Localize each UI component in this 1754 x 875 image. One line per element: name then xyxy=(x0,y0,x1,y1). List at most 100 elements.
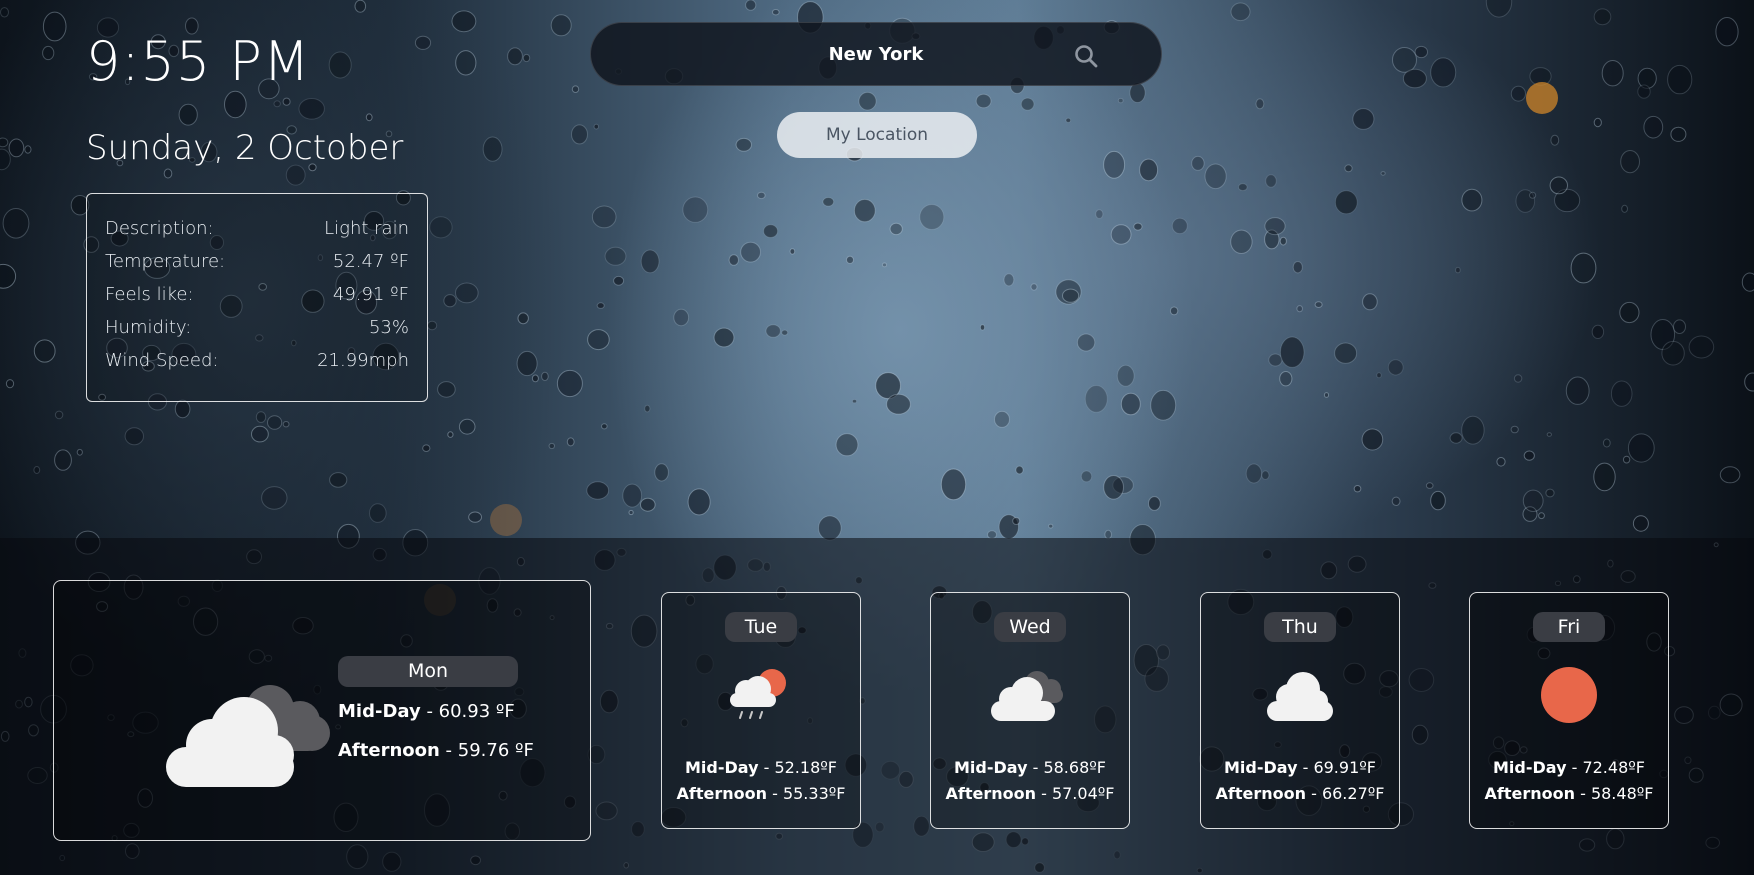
raindrop xyxy=(1667,64,1693,95)
raindrop xyxy=(0,263,17,289)
raindrop xyxy=(604,246,627,266)
raindrop xyxy=(329,472,348,488)
raindrop xyxy=(1012,517,1021,525)
raindrop xyxy=(591,205,617,229)
sun-icon xyxy=(1541,667,1597,723)
raindrop xyxy=(1744,372,1754,392)
detail-value: 53% xyxy=(368,317,409,338)
forecast-midday: Mid-Day - 52.18ºF xyxy=(684,758,837,777)
raindrop xyxy=(673,308,690,327)
raindrop xyxy=(1116,364,1135,387)
raindrop xyxy=(33,466,41,474)
raindrop xyxy=(1020,97,1035,111)
raindrop xyxy=(713,327,735,348)
raindrop xyxy=(1279,236,1287,246)
forecast-card-wed: Wed Mid-Day - 58.68ºF Afternoon - 57.04º… xyxy=(930,592,1130,829)
forecast-afternoon: Afternoon - 55.33ºF xyxy=(676,784,846,803)
raindrop xyxy=(1622,455,1631,464)
raindrop xyxy=(1323,392,1330,398)
raindrop xyxy=(1296,305,1303,313)
raindrop xyxy=(1538,512,1545,520)
raindrop xyxy=(1414,45,1429,59)
raindrop xyxy=(447,431,454,438)
forecast-day-label: Thu xyxy=(1264,612,1336,642)
raindrop xyxy=(1169,306,1179,316)
raindrop xyxy=(1455,266,1461,274)
forecast-midday: Mid-Day - 69.91ºF xyxy=(1223,758,1376,777)
forecast-card-fri: Fri Mid-Day - 72.48ºF Afternoon - 58.48º… xyxy=(1469,592,1669,829)
raindrop xyxy=(1171,217,1188,235)
raindrop xyxy=(1620,150,1640,174)
raindrop xyxy=(881,262,888,268)
raindrop xyxy=(1402,68,1427,89)
raindrop xyxy=(24,145,32,154)
raindrop xyxy=(1065,117,1072,123)
raindrop xyxy=(781,329,789,336)
raindrop xyxy=(124,427,145,446)
raindrop xyxy=(728,254,739,266)
raindrop xyxy=(1279,336,1305,368)
raindrop xyxy=(772,9,780,16)
raindrop xyxy=(522,53,531,63)
raindrop xyxy=(789,248,796,255)
detail-value: 49.91 ºF xyxy=(332,284,409,305)
raindrop xyxy=(1550,134,1560,146)
raindrop xyxy=(261,486,288,510)
raindrop xyxy=(622,483,643,508)
search-icon[interactable] xyxy=(1073,43,1099,69)
raindrop xyxy=(282,421,290,428)
raindrop xyxy=(516,350,538,377)
raindrop xyxy=(1110,224,1132,245)
raindrop xyxy=(765,324,781,338)
search-input[interactable] xyxy=(674,42,1078,66)
raindrop xyxy=(541,371,549,382)
raindrop xyxy=(1545,488,1555,498)
detail-row-feels-like: Feels like: 49.91 ºF xyxy=(105,284,409,317)
raindrop xyxy=(1741,272,1754,292)
raindrop xyxy=(1112,476,1134,495)
raindrop xyxy=(427,320,438,331)
raindrop xyxy=(846,255,854,264)
raindrop xyxy=(858,91,877,111)
raindrop xyxy=(178,103,198,126)
raindrop xyxy=(745,0,757,11)
raindrop xyxy=(437,381,456,398)
raindrop xyxy=(1380,171,1386,176)
raindrop xyxy=(835,433,859,457)
raindrop xyxy=(1430,490,1446,511)
raindrop xyxy=(1353,485,1362,493)
raindrop xyxy=(455,50,477,76)
raindrop xyxy=(285,164,306,186)
raindrop xyxy=(556,369,583,398)
raindrop xyxy=(1133,222,1143,231)
raindrop xyxy=(365,113,373,122)
raindrop xyxy=(517,312,529,325)
raindrop xyxy=(1055,279,1082,305)
raindrop xyxy=(1461,415,1485,445)
raindrop xyxy=(1314,301,1323,309)
raindrop xyxy=(1430,57,1457,88)
forecast-day-label: Fri xyxy=(1533,612,1605,642)
current-time: 9:55 PM xyxy=(86,30,311,93)
raindrop xyxy=(273,100,281,108)
raindrop xyxy=(1522,489,1544,512)
raindrop xyxy=(42,45,55,61)
raindrop xyxy=(0,148,11,171)
forecast-midday: Mid-Day - 72.48ºF xyxy=(1492,758,1645,777)
raindrop xyxy=(994,410,1010,428)
raindrop xyxy=(940,468,967,501)
my-location-button[interactable]: My Location xyxy=(777,112,977,158)
detail-label: Wind Speed: xyxy=(105,350,219,371)
raindrop xyxy=(1015,465,1024,475)
raindrop xyxy=(1292,261,1303,274)
raindrop xyxy=(654,463,669,482)
raindrop xyxy=(1245,463,1263,484)
raindrop xyxy=(33,339,56,363)
raindrop xyxy=(852,399,857,404)
raindrop xyxy=(975,93,992,109)
detail-label: Feels like: xyxy=(105,284,194,305)
raindrop xyxy=(853,198,876,223)
raindrop xyxy=(587,329,610,351)
raindrop xyxy=(0,137,9,148)
cloudy-icon xyxy=(166,685,330,787)
